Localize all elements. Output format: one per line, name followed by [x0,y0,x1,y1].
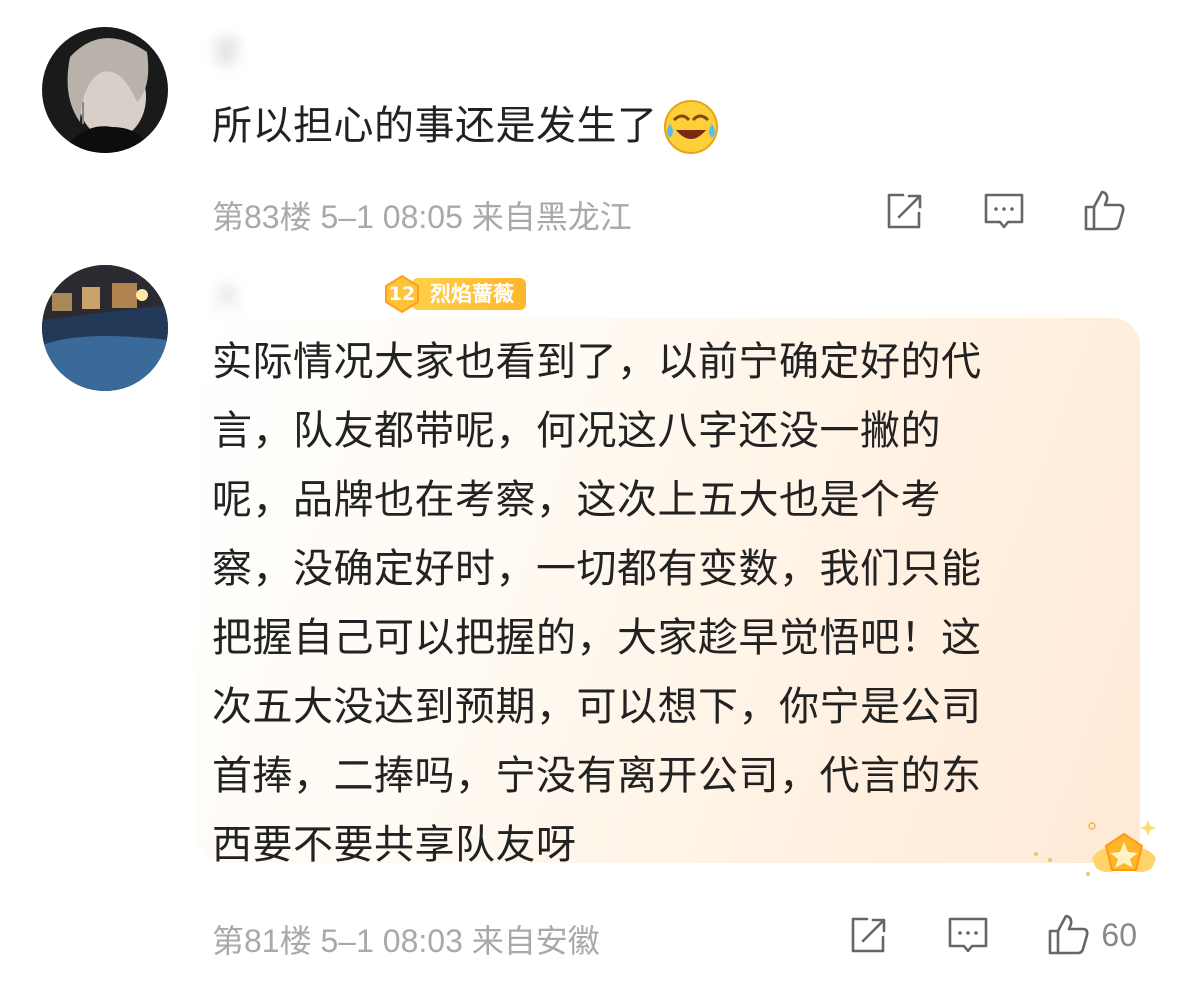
fan-badge[interactable]: 12 烈焰蔷薇 [382,274,526,314]
username[interactable]: 大 [212,272,244,316]
comment-item: 大 12 烈焰蔷薇 实际情况大家也看到了，以前宁确定好的代 言，队友都带呢，何况… [0,260,1179,990]
avatar[interactable] [42,27,168,153]
comment-text: 所以担心的事还是发生了 [212,92,1112,161]
like-button[interactable] [1081,188,1137,234]
comment-meta: 第83楼 5–1 08:05 来自黑龙江 [212,192,632,238]
comment-text-line: 察，没确定好时，一切都有变数，我们只能 [212,546,982,592]
floor-number: 第83楼 [212,199,312,235]
comment-meta: 第81楼 5–1 08:03 来自安徽 [212,916,600,962]
badge-level: 12 [382,274,422,314]
comment-text-line: 把握自己可以把握的，大家趁早觉悟吧！这 [212,615,982,661]
laugh-cry-emoji-icon [663,99,718,154]
comment-item: 蒙 所以担心的事还是发生了 第83楼 5–1 08:05 来自黑龙江 [0,0,1179,260]
comment-text-line: 西要不要共享队友呀 [212,822,577,868]
comment-text-line: 首捧，二捧吗，宁没有离开公司，代言的东 [212,753,982,799]
share-button[interactable] [845,912,891,958]
timestamp: 5–1 08:05 [320,199,463,235]
share-icon [887,193,922,229]
location: 来自黑龙江 [471,199,632,235]
star-medal-icon [1034,820,1156,876]
avatar[interactable] [42,265,168,391]
reply-button[interactable] [945,912,991,958]
badge-name: 烈焰蔷薇 [412,278,526,310]
badge-level-text: 12 [388,283,416,305]
comment-text-line: 呢，品牌也在考察，这次上五大也是个考 [212,477,941,523]
floor-number: 第81楼 [212,923,312,959]
like-count: 60 [1101,916,1137,953]
comment-text-content: 所以担心的事还是发生了 [212,103,658,149]
comment-text: 实际情况大家也看到了，以前宁确定好的代 言，队友都带呢，何况这八字还没一撇的 呢… [212,328,1102,880]
comment-text-line: 言，队友都带呢，何况这八字还没一撇的 [212,408,941,454]
share-button[interactable] [881,188,927,234]
like-button[interactable]: 60 [1045,912,1137,958]
comment-icon [984,193,1024,229]
thumbs-up-icon [1049,914,1089,955]
comment-icon [949,917,988,953]
timestamp: 5–1 08:03 [320,923,463,959]
comment-text-line: 次五大没达到预期，可以想下，你宁是公司 [212,684,982,730]
reply-button[interactable] [981,188,1027,234]
username[interactable]: 蒙 [212,28,244,72]
comment-actions [827,188,1137,234]
share-icon [852,917,886,953]
comment-actions: 60 [791,912,1137,958]
thumbs-up-icon [1084,190,1125,231]
comment-text-line: 实际情况大家也看到了，以前宁确定好的代 [212,339,982,385]
location: 来自安徽 [471,923,600,959]
